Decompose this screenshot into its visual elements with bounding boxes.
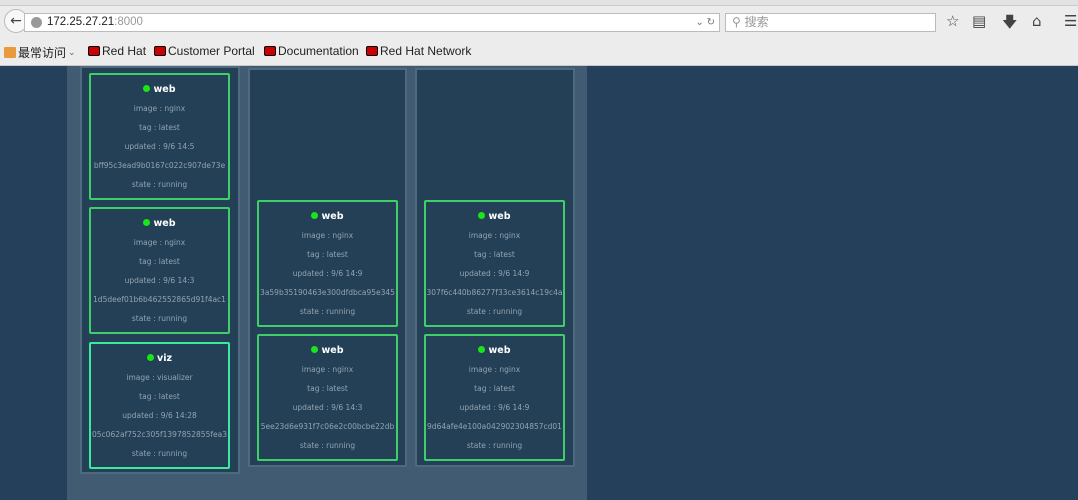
- card-image: image : visualizer: [126, 373, 193, 382]
- card-updated: updated : 9/6 14:28: [122, 411, 197, 420]
- url-host: 172.25.27.21: [47, 16, 115, 28]
- card-image: image : nginx: [468, 231, 521, 240]
- redhat-icon: [154, 46, 166, 56]
- url-port: :8000: [114, 16, 143, 28]
- card-tag: tag : latest: [474, 384, 515, 393]
- service-name-text: viz: [157, 353, 172, 364]
- dropdown-icon[interactable]: ⌄: [695, 17, 703, 28]
- star-icon[interactable]: ☆: [946, 12, 959, 30]
- status-dot-icon: [478, 346, 486, 353]
- status-dot-icon: [311, 212, 319, 219]
- service-name-text: web: [488, 211, 511, 222]
- bookmark-red-hat-network[interactable]: Red Hat Network: [366, 44, 471, 58]
- bookmark-documentation[interactable]: Documentation: [264, 44, 359, 58]
- card-tag: tag : latest: [139, 257, 180, 266]
- status-dot-icon: [143, 219, 151, 226]
- service-name: web: [259, 211, 396, 222]
- globe-icon: [31, 17, 42, 28]
- card-updated: updated : 9/6 14:9: [459, 269, 530, 278]
- card-image: image : nginx: [301, 231, 354, 240]
- card-tag: tag : latest: [139, 392, 180, 401]
- browser-chrome: ← 172.25.27.21:8000 ⌄ ↻ ⚲ 搜索 ☆ ▤ 🡇 ⌂ ☰ 最…: [0, 0, 1078, 66]
- bookmark-customer-portal[interactable]: Customer Portal: [154, 44, 255, 58]
- home-icon[interactable]: ⌂: [1032, 12, 1042, 30]
- card-image: image : nginx: [133, 104, 186, 113]
- container-card[interactable]: viz image : visualizer tag : latest updated…: [89, 342, 230, 469]
- card-id: 05c062af752c305f1397852855fea3: [92, 430, 227, 439]
- download-icon[interactable]: 🡇: [1002, 12, 1017, 37]
- folder-icon: [4, 47, 16, 58]
- service-name: web: [91, 84, 228, 95]
- status-dot-icon: [311, 346, 319, 353]
- service-name-text: web: [153, 84, 176, 95]
- service-name: viz: [91, 353, 228, 364]
- search-input[interactable]: ⚲ 搜索: [725, 13, 936, 32]
- status-dot-icon: [143, 85, 151, 92]
- card-id: 9d64afe4e100a042902304857cd01: [427, 422, 562, 431]
- bookmark-red-hat[interactable]: Red Hat: [88, 44, 146, 58]
- card-tag: tag : latest: [474, 250, 515, 259]
- status-dot-icon: [478, 212, 486, 219]
- card-updated: updated : 9/6 14:3: [292, 403, 363, 412]
- container-card[interactable]: web image : nginx tag : latest updated : 9/…: [257, 334, 398, 461]
- service-name-text: web: [153, 218, 176, 229]
- reload-icon[interactable]: ↻: [707, 17, 715, 28]
- container-card[interactable]: web image : nginx tag : latest updated : 9/…: [257, 200, 398, 327]
- service-name-text: web: [488, 345, 511, 356]
- container-card[interactable]: web image : nginx tag : latest updated : 9/…: [89, 73, 230, 200]
- card-state: state : running: [466, 441, 523, 450]
- bookmark-label: Documentation: [278, 44, 359, 58]
- service-name: web: [259, 345, 396, 356]
- service-name: web: [426, 345, 563, 356]
- bookmark-label: Customer Portal: [168, 44, 255, 58]
- card-id: 3a59b35190463e300dfdbca95e345: [260, 288, 395, 297]
- card-image: image : nginx: [468, 365, 521, 374]
- search-placeholder: 搜索: [744, 15, 769, 29]
- container-card[interactable]: web image : nginx tag : latest updated : 9/…: [89, 207, 230, 334]
- card-updated: updated : 9/6 14:5: [124, 142, 195, 151]
- search-icon: ⚲: [732, 15, 741, 29]
- bookmark-label: Red Hat: [102, 44, 147, 58]
- chevron-down-icon: ⌄: [68, 47, 76, 57]
- card-state: state : running: [299, 441, 356, 450]
- card-state: state : running: [131, 314, 188, 323]
- service-name-text: web: [321, 211, 344, 222]
- card-state: state : running: [131, 449, 188, 458]
- card-updated: updated : 9/6 14:9: [459, 403, 530, 412]
- redhat-icon: [264, 46, 276, 56]
- bookmark-label: Red Hat Network: [380, 44, 472, 58]
- container-card[interactable]: web image : nginx tag : latest updated : 9/…: [424, 200, 565, 327]
- container-card[interactable]: web image : nginx tag : latest updated : 9/…: [424, 334, 565, 461]
- card-state: state : running: [299, 307, 356, 316]
- card-image: image : nginx: [133, 238, 186, 247]
- tab-strip[interactable]: [0, 0, 1078, 6]
- card-id: 307f6c440b86277f33ce3614c19c4a: [426, 288, 563, 297]
- card-id: bff95c3ead9b0167c022c907de73e: [93, 161, 226, 170]
- redhat-icon: [88, 46, 100, 56]
- service-name-text: web: [321, 345, 344, 356]
- card-tag: tag : latest: [139, 123, 180, 132]
- card-state: state : running: [466, 307, 523, 316]
- service-name: web: [91, 218, 228, 229]
- url-bar[interactable]: 172.25.27.21:8000 ⌄ ↻: [24, 13, 720, 32]
- card-state: state : running: [131, 180, 188, 189]
- menu-icon[interactable]: ☰: [1064, 12, 1077, 30]
- card-image: image : nginx: [301, 365, 354, 374]
- card-tag: tag : latest: [307, 250, 348, 259]
- bookmark-label: 最常访问: [18, 46, 67, 60]
- bookmark-most-visited[interactable]: 最常访问 ⌄: [4, 44, 76, 61]
- card-id: 1d5deef01b6b462552865d91f4ac1: [93, 295, 226, 304]
- card-tag: tag : latest: [307, 384, 348, 393]
- card-updated: updated : 9/6 14:9: [292, 269, 363, 278]
- card-id: 5ee23d6e931f7c06e2c00bcbe22db: [260, 422, 395, 431]
- status-dot-icon: [147, 354, 154, 361]
- redhat-icon: [366, 46, 378, 56]
- reading-list-icon[interactable]: ▤: [972, 12, 986, 30]
- service-name: web: [426, 211, 563, 222]
- card-updated: updated : 9/6 14:3: [124, 276, 195, 285]
